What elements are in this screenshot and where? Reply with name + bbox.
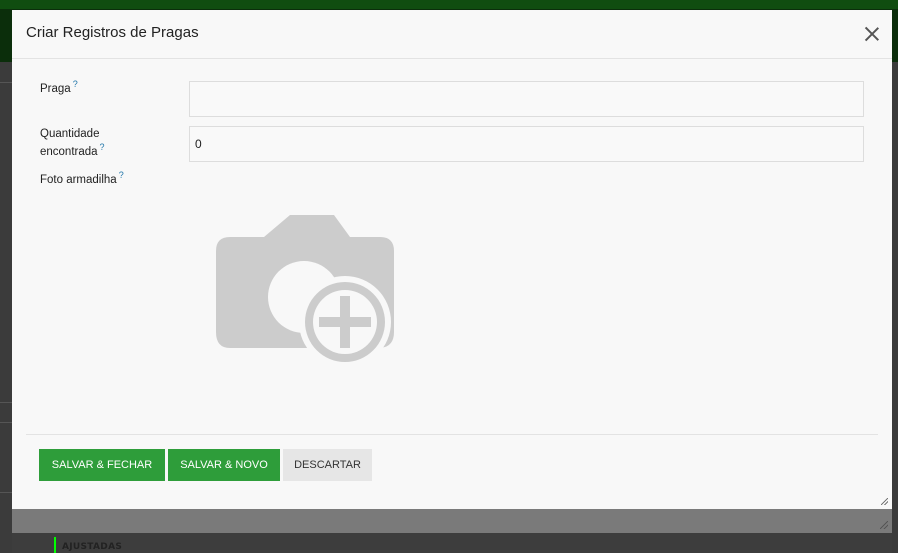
help-icon[interactable]: ? [119,170,124,180]
create-pest-record-dialog: Criar Registros de Pragas Praga? Quantid… [12,10,892,509]
foto-label: Foto armadilha? [40,171,124,189]
resize-grip-icon [880,521,888,529]
quantidade-input[interactable]: 0 [189,126,864,162]
quantidade-label-line2: encontrada [40,146,98,158]
quantidade-label: Quantidade encontrada? [40,125,105,161]
save-new-button[interactable]: SALVAR & NOVO [168,449,280,481]
dialog-header: Criar Registros de Pragas [12,10,892,59]
praga-label-text: Praga [40,83,71,95]
save-close-button[interactable]: SALVAR & FECHAR [39,449,165,481]
close-icon[interactable] [864,26,880,42]
background-panel-left [0,62,12,553]
help-icon[interactable]: ? [73,79,78,89]
dialog-footer-divider [26,434,878,435]
background-status-label: AJUSTADAS [54,537,122,553]
background-panel-right [892,62,898,553]
resize-grip-icon[interactable] [881,498,888,505]
quantidade-label-line1: Quantidade [40,128,100,140]
background-resize-bar [12,509,892,533]
dialog-title: Criar Registros de Pragas [26,24,199,41]
discard-button[interactable]: DESCARTAR [283,449,372,481]
camera-add-icon[interactable] [212,212,398,374]
foto-label-text: Foto armadilha [40,174,117,186]
praga-label: Praga? [40,80,78,98]
praga-input[interactable] [189,81,864,117]
help-icon[interactable]: ? [100,142,105,152]
